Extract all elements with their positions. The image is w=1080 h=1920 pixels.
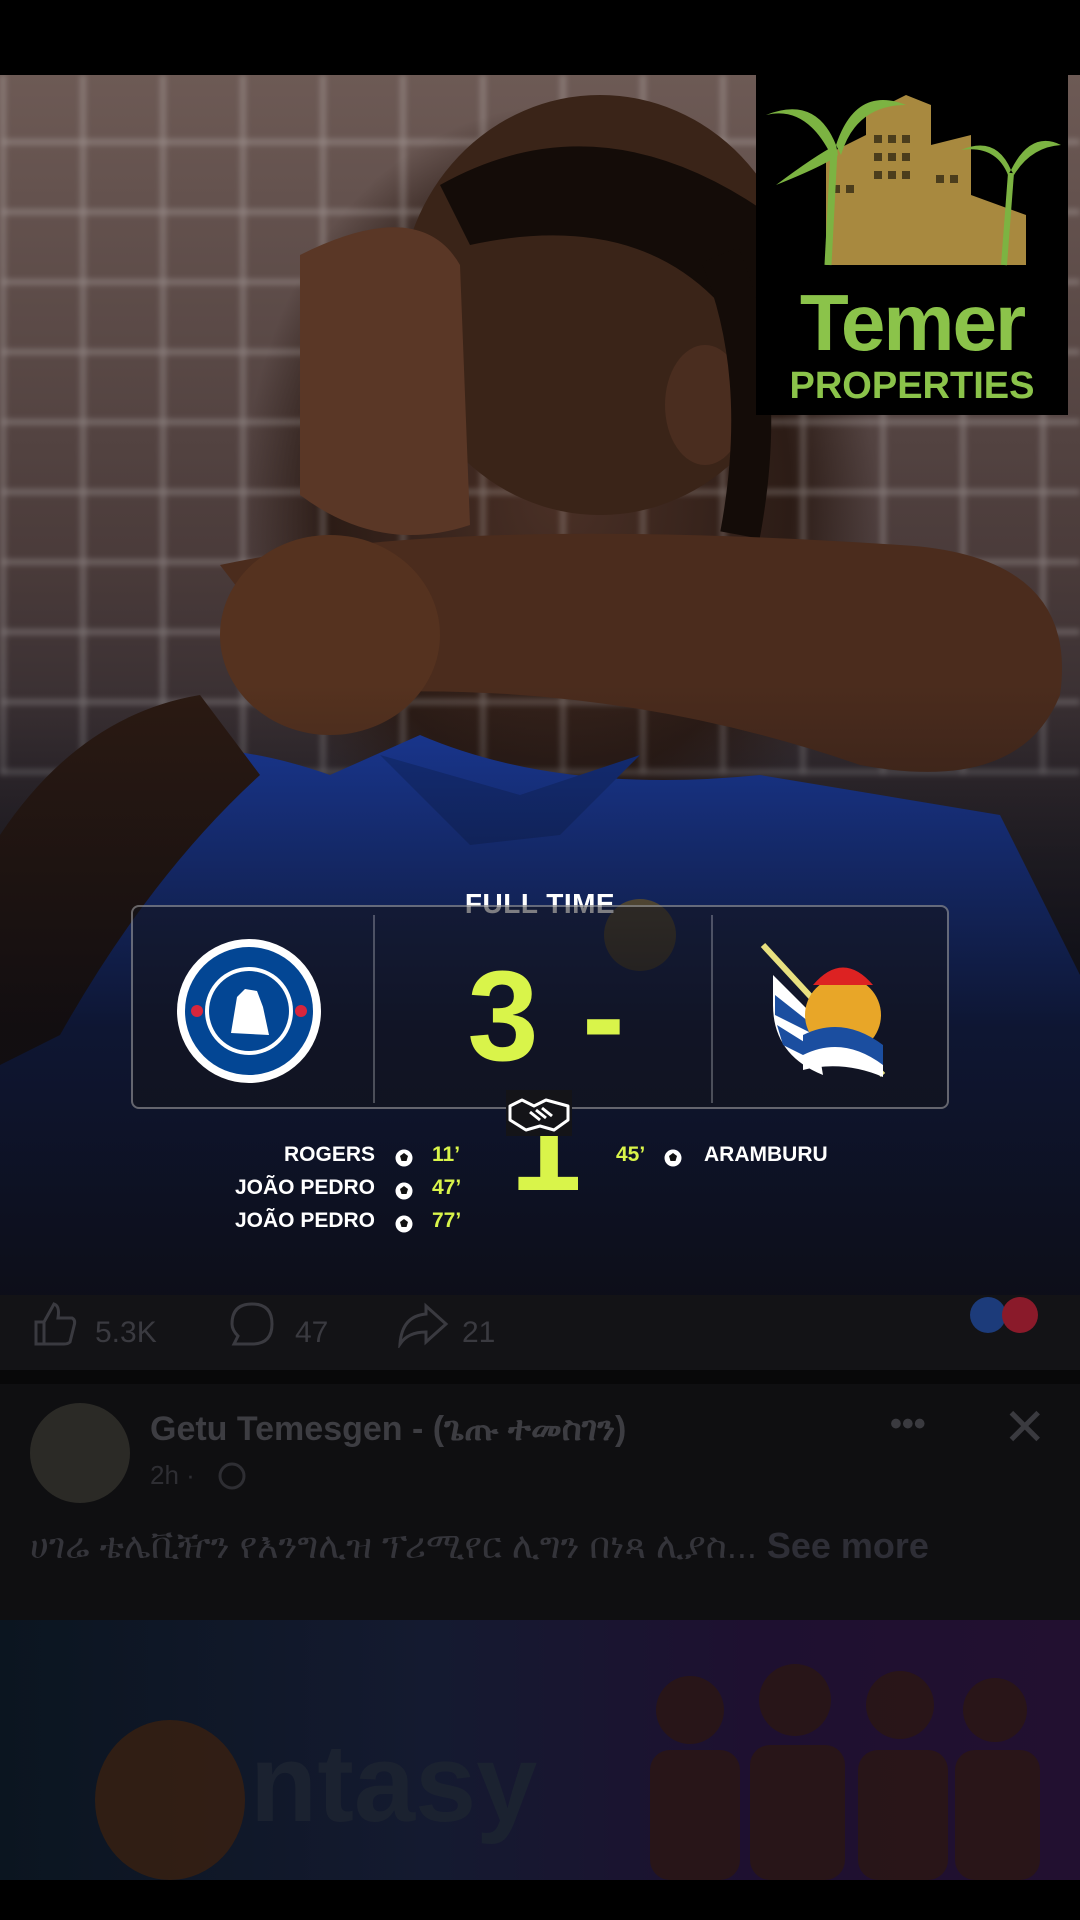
palm-and-buildings-icon	[766, 95, 1061, 266]
banner-word: ntasy	[250, 1722, 538, 1845]
home-goal-scorer: JOÃO PEDRO	[234, 1176, 375, 1199]
comment-count: 47	[295, 1316, 329, 1349]
share-icon[interactable]	[396, 1300, 450, 1348]
football-icon	[394, 1178, 414, 1200]
bottom-bar	[0, 1880, 1080, 1920]
away-goal-minute: 45’	[616, 1143, 646, 1166]
away-goal-row: 45’ ARAMBURU	[0, 1138, 1080, 1171]
reaction-bar	[0, 1295, 1080, 1370]
post-body: ሀገሬ ቴሌቪዥን የእንግሊዝ ፕሪሚየር ሊግን በነጻ ሊያስ...	[30, 1525, 757, 1566]
divider	[711, 915, 713, 1103]
comment-icon[interactable]	[228, 1300, 276, 1348]
post-separator	[0, 1370, 1080, 1384]
banner-players-image	[650, 1664, 1040, 1880]
chelsea-crest-icon	[177, 939, 321, 1083]
away-goal-scorer: ARAMBURU	[704, 1143, 828, 1166]
banner-avatar	[95, 1720, 245, 1880]
logo-word-temer: Temer	[799, 278, 1026, 367]
logo-word-properties: PROPERTIES	[789, 365, 1035, 407]
home-goal-scorer: JOÃO PEDRO	[234, 1209, 375, 1232]
home-goal-minute: 47’	[432, 1176, 462, 1199]
post-text: ሀገሬ ቴሌቪዥን የእንግሊዝ ፕሪሚየር ሊግን በነጻ ሊያስ... Se…	[30, 1525, 1060, 1568]
home-goal-minute: 77’	[432, 1209, 462, 1232]
share-count: 21	[462, 1316, 496, 1349]
author-avatar[interactable]	[30, 1403, 130, 1503]
home-goal-row: JOÃO PEDRO 77’	[0, 1204, 1080, 1237]
post-author[interactable]: Getu Temesgen - (ጌጡ ተመስገን)	[150, 1410, 626, 1449]
temer-properties-logo: Temer PROPERTIES	[756, 75, 1068, 415]
more-options-icon[interactable]: •••	[890, 1405, 926, 1444]
home-goal-row: JOÃO PEDRO 47’	[0, 1171, 1080, 1204]
football-icon	[394, 1211, 414, 1233]
post-time: 2h ·	[150, 1460, 195, 1490]
see-more-link[interactable]: See more	[767, 1525, 929, 1566]
globe-icon	[218, 1462, 246, 1490]
close-icon[interactable]: ✕	[1003, 1398, 1047, 1458]
football-icon	[663, 1145, 683, 1167]
reaction-emoji-icons	[970, 1297, 1038, 1333]
like-count: 5.3K	[95, 1316, 157, 1349]
like-icon[interactable]	[30, 1300, 78, 1348]
scoreboard: 3 - 1	[131, 905, 949, 1212]
handshake-icon	[506, 1090, 572, 1136]
divider	[373, 915, 375, 1103]
real-sociedad-crest-icon	[760, 942, 886, 1078]
